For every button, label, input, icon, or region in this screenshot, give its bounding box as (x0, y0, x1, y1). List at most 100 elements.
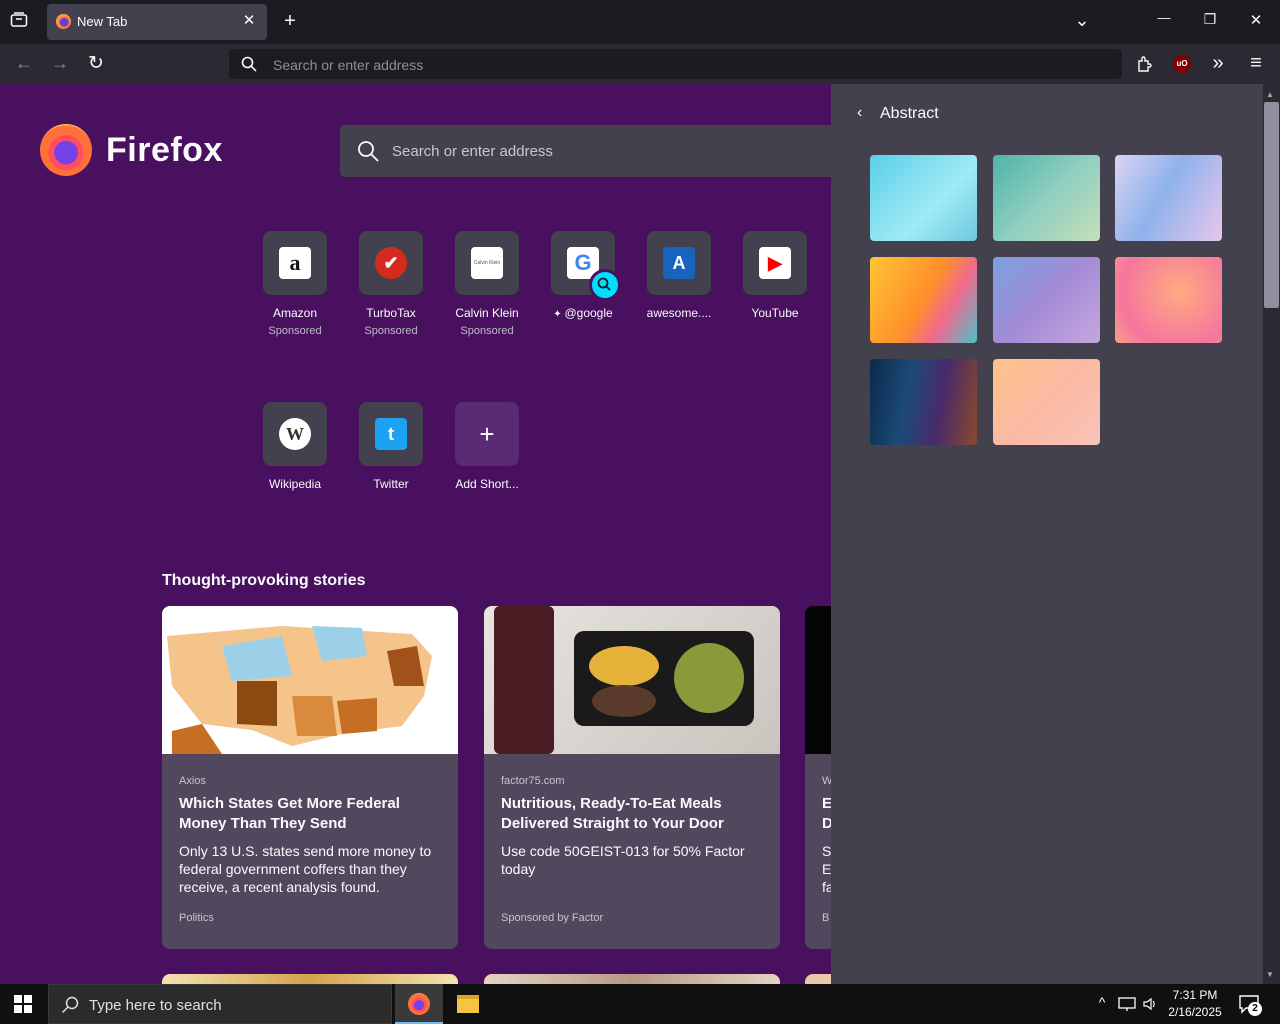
wallpaper-option[interactable] (993, 359, 1100, 445)
pin-icon: ✦ (553, 309, 565, 320)
story-card-partial[interactable]: W E D S E fa B (805, 606, 831, 949)
add-shortcut-button[interactable]: + Add Short... (447, 402, 527, 491)
shortcut-label: TurboTax (366, 306, 416, 320)
taskbar-clock[interactable]: 7:31 PM 2/16/2025 (1166, 987, 1224, 1021)
shortcut-label: Wikipedia (268, 477, 322, 491)
reload-icon[interactable]: ↻ (84, 52, 108, 75)
show-hidden-icons-chevron-icon[interactable]: ^ (1094, 994, 1110, 1010)
firefox-wordmark: Firefox (106, 131, 223, 169)
story-image-meal (484, 606, 780, 754)
story-image (805, 606, 831, 754)
search-shortcut-badge-icon (589, 269, 621, 301)
shortcut-label: awesome.... (646, 306, 712, 320)
wallpaper-option[interactable] (993, 155, 1100, 241)
awesome-icon: A (663, 247, 695, 279)
tab-bar: New Tab ✕ + ⌄ — ❐ ✕ (0, 0, 1280, 44)
story-card-sponsored[interactable]: factor75.com Nutritious, Ready-To-Eat Me… (484, 606, 780, 949)
wallpaper-option[interactable] (993, 257, 1100, 343)
wallpaper-option[interactable] (1115, 257, 1222, 343)
amazon-icon: a (279, 247, 311, 279)
panel-scrollbar[interactable]: ▲ ▼ (1263, 84, 1280, 984)
turbotax-icon: ✔ (375, 247, 407, 279)
shortcut-label: Amazon (272, 306, 318, 320)
shortcut-sponsored-label: Sponsored (268, 325, 322, 337)
story-sponsor: Sponsored by Factor (501, 912, 604, 924)
shortcut-youtube[interactable]: ▶ YouTube (735, 231, 815, 320)
story-title: Nutritious, Ready-To-Eat Meals Delivered… (501, 795, 724, 832)
newtab-search-placeholder: Search or enter address (392, 143, 553, 160)
windows-start-icon[interactable] (14, 995, 32, 1018)
notification-count-badge: 2 (1248, 1002, 1262, 1016)
shortcut-google[interactable]: G ✦ @google (543, 231, 623, 320)
story-description: S E fa (822, 843, 831, 895)
app-menu-icon[interactable]: ≡ (1244, 52, 1268, 75)
shortcut-awesome[interactable]: A awesome.... (639, 231, 719, 320)
action-center-icon[interactable]: 2 (1238, 994, 1262, 1019)
story-card-peek[interactable] (162, 974, 458, 984)
scroll-up-icon[interactable]: ▲ (1266, 90, 1274, 99)
list-all-tabs-icon[interactable]: ⌄ (1070, 10, 1094, 31)
url-bar[interactable]: Search or enter address (229, 49, 1122, 79)
ublock-origin-icon[interactable]: uO (1173, 55, 1191, 73)
story-source: factor75.com (501, 775, 565, 787)
back-arrow-icon[interactable]: ← (12, 53, 36, 74)
scrollbar-thumb[interactable] (1264, 102, 1279, 308)
close-window-icon[interactable]: ✕ (1244, 11, 1268, 29)
wallpaper-option[interactable] (1115, 155, 1222, 241)
newtab-search-input[interactable]: Search or enter address (340, 125, 831, 177)
taskbar-search-input[interactable]: Type here to search (48, 984, 392, 1024)
twitter-icon: t (375, 418, 407, 450)
search-icon (357, 140, 379, 167)
extensions-icon[interactable] (1136, 55, 1154, 78)
tab-close-icon[interactable]: ✕ (239, 11, 259, 29)
new-tab-button[interactable]: + (278, 10, 302, 33)
scroll-down-icon[interactable]: ▼ (1266, 970, 1274, 979)
story-card-peek[interactable] (805, 974, 831, 984)
calvin-klein-icon: Calvin Klein (471, 247, 503, 279)
story-category: B (822, 912, 830, 924)
windows-taskbar: Type here to search ^ 7:31 PM 2/16/2025 … (0, 984, 1280, 1024)
forward-arrow-icon[interactable]: → (48, 53, 72, 74)
wallpaper-option[interactable] (870, 359, 977, 445)
file-explorer-icon[interactable] (457, 995, 479, 1013)
wallpaper-option[interactable] (870, 155, 977, 241)
story-source: W (822, 775, 831, 787)
story-card[interactable]: Axios Which States Get More Federal Mone… (162, 606, 458, 949)
story-category: Politics (179, 912, 214, 924)
wallpaper-option[interactable] (870, 257, 977, 343)
wallpaper-panel: ‹ Abstract (831, 84, 1263, 984)
restore-icon[interactable]: ❐ (1198, 11, 1222, 28)
shortcut-sponsored-label: Sponsored (364, 325, 418, 337)
shortcut-twitter[interactable]: t Twitter (351, 402, 431, 491)
firefox-view-icon[interactable] (8, 12, 30, 32)
firefox-taskbar-icon (408, 993, 430, 1015)
panel-title: Abstract (880, 105, 939, 122)
shortcut-label: Calvin Klein (455, 306, 519, 320)
shortcut-label: Twitter (373, 477, 409, 491)
story-description: Use code 50GEIST-013 for 50% Factor toda… (501, 843, 745, 877)
volume-icon[interactable] (1142, 996, 1158, 1017)
wikipedia-icon: W (279, 418, 311, 450)
story-description: Only 13 U.S. states send more money to f… (179, 843, 432, 895)
tab-title: New Tab (77, 14, 128, 29)
story-title: Which States Get More Federal Money Than… (179, 795, 400, 832)
minimize-icon[interactable]: — (1152, 10, 1176, 25)
clock-date: 2/16/2025 (1168, 1005, 1222, 1019)
shortcut-amazon[interactable]: a Amazon Sponsored (255, 231, 335, 337)
taskbar-search-placeholder: Type here to search (89, 997, 222, 1014)
network-icon[interactable] (1118, 996, 1136, 1017)
shortcut-calvin-klein[interactable]: Calvin Klein Calvin Klein Sponsored (447, 231, 527, 337)
story-title: E D (822, 795, 831, 832)
shortcut-turbotax[interactable]: ✔ TurboTax Sponsored (351, 231, 431, 337)
firefox-logo-icon (40, 124, 92, 176)
firefox-favicon-icon (56, 14, 71, 29)
shortcut-label: YouTube (751, 306, 799, 320)
shortcut-wikipedia[interactable]: W Wikipedia (255, 402, 335, 491)
overflow-menu-icon[interactable]: » (1206, 52, 1230, 75)
story-card-peek[interactable] (484, 974, 780, 984)
new-tab-page: Firefox Search or enter address a Amazon… (0, 84, 831, 984)
taskbar-firefox-button[interactable] (395, 984, 443, 1024)
shortcut-label: Add Short... (455, 477, 519, 491)
tab-new-tab[interactable]: New Tab ✕ (47, 4, 267, 40)
back-chevron-icon[interactable]: ‹ (857, 104, 862, 122)
